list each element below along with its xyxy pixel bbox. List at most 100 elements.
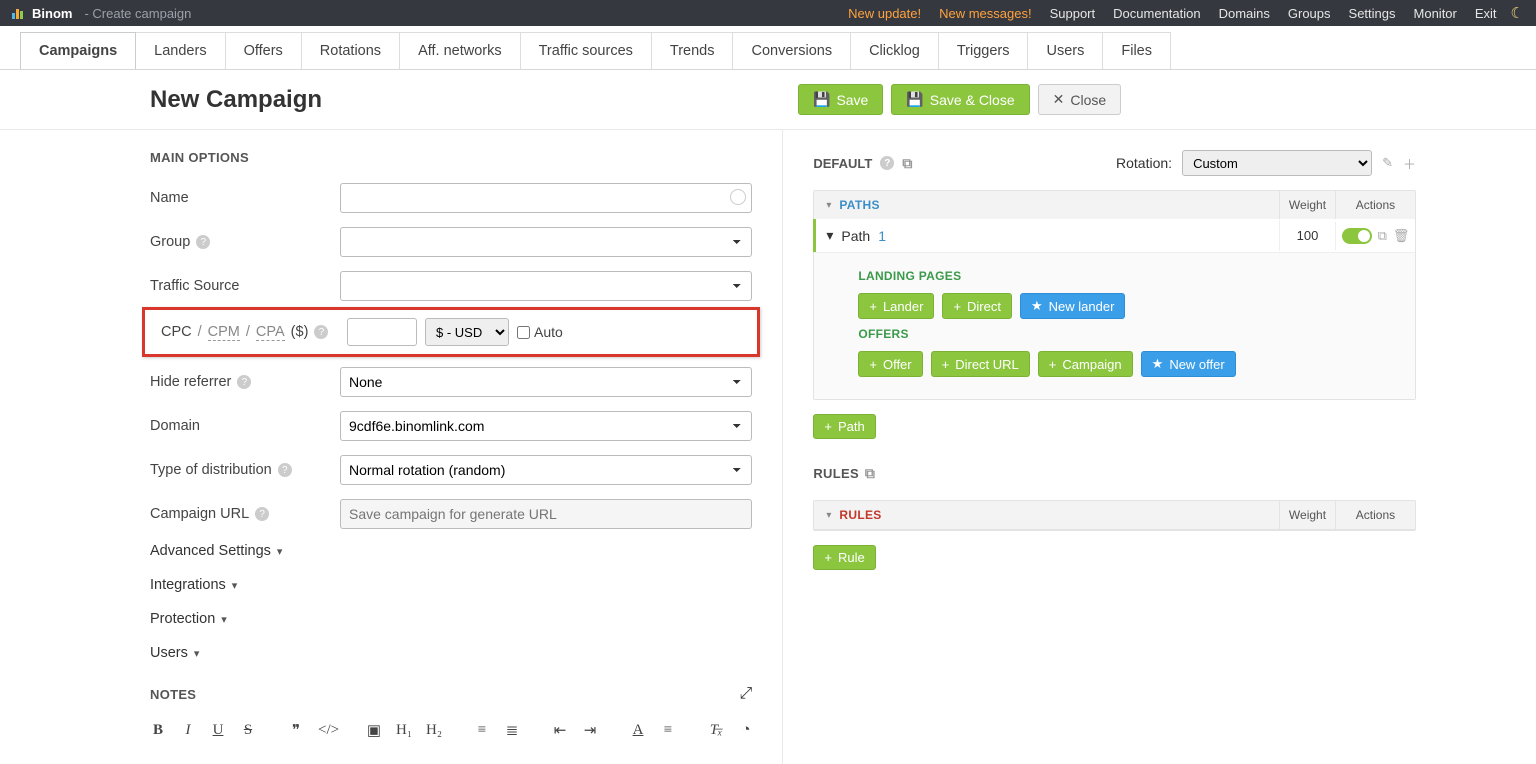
help-icon[interactable]: ?	[314, 325, 328, 339]
plus-icon[interactable]: ＋	[1403, 154, 1416, 173]
path-toggle[interactable]	[1342, 228, 1372, 244]
exit-link[interactable]: Exit	[1475, 6, 1497, 21]
chevron-down-icon[interactable]: ▾	[826, 200, 831, 211]
tab-conversions[interactable]: Conversions	[732, 32, 851, 69]
tab-files[interactable]: Files	[1102, 32, 1171, 69]
ordered-list-icon[interactable]: ≡	[474, 722, 490, 739]
add-lander-button[interactable]: +Lander	[858, 293, 934, 319]
tab-triggers[interactable]: Triggers	[938, 32, 1029, 69]
indent-icon[interactable]: ⇥	[582, 721, 598, 740]
italic-icon[interactable]: I	[180, 722, 196, 739]
tab-traffic-sources[interactable]: Traffic sources	[520, 32, 652, 69]
copy-icon[interactable]: ⧉	[865, 465, 875, 482]
traffic-source-label: Traffic Source	[150, 278, 340, 294]
copy-icon[interactable]: ⧉	[1378, 228, 1387, 244]
settings-link[interactable]: Settings	[1349, 6, 1396, 21]
text-color-icon[interactable]: A	[630, 722, 646, 739]
cpa-label[interactable]: CPA	[256, 324, 285, 341]
rotation-select[interactable]: Custom	[1182, 150, 1372, 176]
tab-aff-networks[interactable]: Aff. networks	[399, 32, 521, 69]
tab-trends[interactable]: Trends	[651, 32, 734, 69]
chevron-down-icon[interactable]: ▾	[826, 227, 833, 244]
integrations-expander[interactable]: Integrations▾	[150, 577, 752, 593]
rules-panel: ▾RULES Weight Actions	[813, 500, 1416, 531]
tab-clicklog[interactable]: Clicklog	[850, 32, 939, 69]
chevron-down-icon[interactable]: ▾	[826, 510, 831, 521]
page-header: New Campaign 💾Save 💾Save & Close ✕Close	[0, 70, 1536, 130]
logo: Binom - Create campaign	[12, 6, 191, 21]
h1-icon[interactable]: H₁	[396, 722, 412, 739]
help-icon[interactable]: ?	[237, 375, 251, 389]
help-icon[interactable]: ?	[196, 235, 210, 249]
pencil-icon[interactable]: ✎	[1382, 155, 1393, 171]
tab-landers[interactable]: Landers	[135, 32, 225, 69]
chevron-down-icon: ▾	[232, 579, 238, 592]
new-lander-button[interactable]: ★New lander	[1020, 293, 1125, 319]
add-rule-button[interactable]: +Rule	[813, 545, 875, 570]
cpc-label[interactable]: CPC	[161, 324, 192, 340]
help-icon[interactable]: ?	[278, 463, 292, 477]
clear-format-icon[interactable]: T̶ₓ	[708, 722, 724, 739]
currency-select[interactable]: $ - USD	[425, 318, 509, 346]
campaign-url-input	[340, 499, 752, 529]
tab-users[interactable]: Users	[1027, 32, 1103, 69]
underline-icon[interactable]: U	[210, 722, 226, 739]
trash-icon[interactable]: 🗑	[1393, 228, 1410, 244]
image-icon[interactable]: ▣	[366, 721, 382, 740]
plus-icon: +	[1049, 357, 1057, 372]
bold-icon[interactable]: B	[150, 722, 166, 739]
documentation-link[interactable]: Documentation	[1113, 6, 1200, 21]
hide-referrer-select[interactable]: None	[340, 367, 752, 397]
advanced-settings-expander[interactable]: Advanced Settings▾	[150, 543, 752, 559]
code-icon[interactable]: </>	[318, 722, 334, 739]
domains-link[interactable]: Domains	[1219, 6, 1270, 21]
support-link[interactable]: Support	[1050, 6, 1096, 21]
add-path-button[interactable]: +Path	[813, 414, 875, 439]
protection-expander[interactable]: Protection▾	[150, 611, 752, 627]
traffic-source-select[interactable]	[340, 271, 752, 301]
path-row[interactable]: ▾ Path 1 100 ⧉ 🗑	[813, 219, 1415, 252]
distribution-select[interactable]: Normal rotation (random)	[340, 455, 752, 485]
save-button[interactable]: 💾Save	[798, 84, 883, 115]
save-close-button[interactable]: 💾Save & Close	[891, 84, 1029, 115]
copy-icon[interactable]: ⧉	[902, 155, 912, 172]
align-icon[interactable]: ≡	[660, 722, 676, 739]
unordered-list-icon[interactable]: ≣	[504, 721, 520, 740]
close-button[interactable]: ✕Close	[1038, 84, 1122, 115]
help-icon[interactable]: ?	[880, 156, 894, 170]
cpm-label[interactable]: CPM	[208, 324, 240, 341]
auto-checkbox-label[interactable]: Auto	[517, 324, 563, 340]
new-messages-link[interactable]: New messages!	[939, 6, 1031, 21]
strike-icon[interactable]: S	[240, 722, 256, 739]
groups-link[interactable]: Groups	[1288, 6, 1331, 21]
new-offer-button[interactable]: ★New offer	[1141, 351, 1236, 377]
tab-offers[interactable]: Offers	[225, 32, 302, 69]
add-direct-url-button[interactable]: +Direct URL	[931, 351, 1030, 377]
add-campaign-button[interactable]: +Campaign	[1038, 351, 1133, 377]
tab-rotations[interactable]: Rotations	[301, 32, 400, 69]
dark-mode-icon[interactable]: ☾	[1511, 4, 1524, 22]
h2-icon[interactable]: H₂	[426, 722, 442, 739]
domain-select[interactable]: 9cdf6e.binomlink.com	[340, 411, 752, 441]
cost-input[interactable]	[347, 318, 417, 346]
add-offer-button[interactable]: +Offer	[858, 351, 922, 377]
auto-checkbox[interactable]	[517, 326, 530, 339]
clock-icon[interactable]: ◔	[738, 722, 754, 739]
monitor-link[interactable]: Monitor	[1414, 6, 1457, 21]
add-direct-button[interactable]: +Direct	[942, 293, 1012, 319]
tab-campaigns[interactable]: Campaigns	[20, 32, 136, 69]
plus-icon: +	[824, 550, 832, 565]
users-expander[interactable]: Users▾	[150, 645, 752, 661]
star-icon: ★	[1031, 298, 1043, 314]
path-body: LANDING PAGES +Lander +Direct ★New lande…	[814, 252, 1415, 399]
group-select[interactable]	[340, 227, 752, 257]
quote-icon[interactable]: ❞	[288, 721, 304, 740]
rotation-label: Rotation:	[1116, 155, 1172, 171]
help-icon[interactable]: ?	[255, 507, 269, 521]
outdent-icon[interactable]: ⇤	[552, 721, 568, 740]
notes-title: NOTES	[150, 687, 196, 702]
name-input[interactable]	[340, 183, 752, 213]
path-weight: 100	[1279, 220, 1335, 251]
new-update-link[interactable]: New update!	[848, 6, 921, 21]
expand-icon[interactable]: ⤢	[740, 685, 753, 703]
